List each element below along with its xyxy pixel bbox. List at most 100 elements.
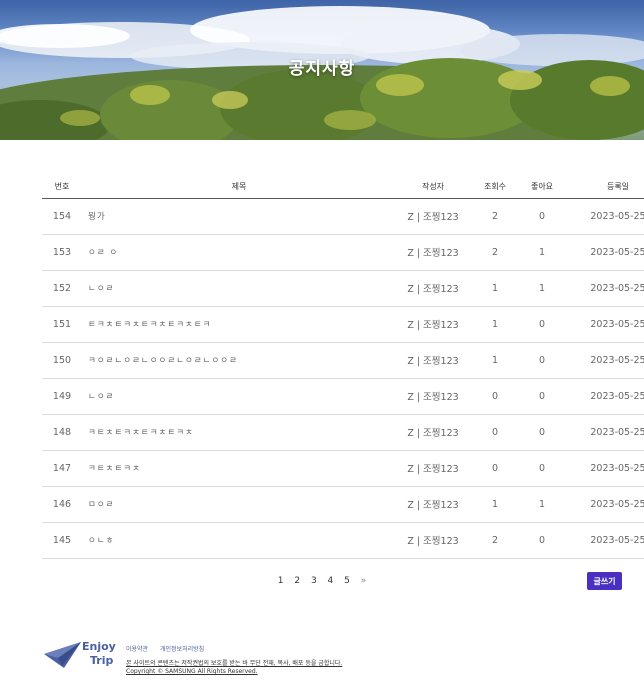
row-views: 0 (476, 450, 514, 487)
paper-plane-icon (44, 642, 81, 668)
row-date: 2023-05-25 (570, 198, 644, 235)
row-title-link[interactable]: ㅌㅋㅊㅌㅋㅊㅌㅋㅊㅌㅋㅊㅌㅋ (82, 306, 390, 343)
row-likes: 0 (514, 450, 570, 487)
row-no: 148 (42, 414, 82, 451)
row-date: 2023-05-25 (570, 270, 644, 307)
table-row[interactable]: 153 ㅇㄹ ㅇ Z | 조찡123 2 1 2023-05-25 (42, 234, 644, 271)
notice-board: 번호 제목 작성자 조회수 좋아요 등록일 154 뭥가 Z | 조찡123 2… (42, 176, 644, 559)
table-row[interactable]: 148 ㅋㅌㅊㅌㅋㅊㅌㅋㅊㅌㅋㅊ Z | 조찡123 0 0 2023-05-2… (42, 414, 644, 451)
table-row[interactable]: 145 ㅇㄴㅎ Z | 조찡123 2 0 2023-05-25 (42, 522, 644, 559)
header-title: 제목 (82, 176, 390, 199)
row-views: 2 (476, 522, 514, 559)
row-title[interactable]: ㅌㅋㅊㅌㅋㅊㅌㅋㅊㅌㅋㅊㅌㅋ (88, 320, 211, 330)
row-title-link[interactable]: ㄴㅇㄹ (82, 270, 390, 307)
row-date: 2023-05-25 (570, 342, 644, 379)
footer-links: 이용약관 개인정보처리방침 (126, 644, 214, 653)
row-title[interactable]: 뭥가 (88, 212, 106, 222)
page-link-1[interactable]: 1 (278, 576, 284, 586)
page-link-2[interactable]: 2 (294, 576, 300, 586)
row-views: 2 (476, 234, 514, 271)
row-date: 2023-05-25 (570, 486, 644, 523)
row-title-link[interactable]: ㄴㅇㄹ (82, 378, 390, 415)
copyright-notice: 본 사이트의 콘텐츠는 저작권법의 보호를 받는 바 무단 전재, 복사, 배포… (126, 660, 343, 667)
row-likes: 0 (514, 306, 570, 343)
row-date: 2023-05-25 (570, 378, 644, 415)
notice-table: 번호 제목 작성자 조회수 좋아요 등록일 154 뭥가 Z | 조찡123 2… (42, 176, 644, 559)
header-likes: 좋아요 (514, 176, 570, 199)
page-title: 공지사항 (288, 59, 356, 79)
header-writer: 작성자 (390, 176, 476, 199)
row-title-link[interactable]: ㅋㅌㅊㅌㅋㅊㅌㅋㅊㅌㅋㅊ (82, 414, 390, 451)
table-row[interactable]: 146 ㅁㅇㄹ Z | 조찡123 1 1 2023-05-25 (42, 486, 644, 523)
row-writer: Z | 조찡123 (390, 450, 476, 487)
row-title[interactable]: ㅇㄴㅎ (88, 536, 114, 546)
row-no: 154 (42, 198, 82, 235)
table-row[interactable]: 151 ㅌㅋㅊㅌㅋㅊㅌㅋㅊㅌㅋㅊㅌㅋ Z | 조찡123 1 0 2023-05… (42, 306, 644, 343)
row-date: 2023-05-25 (570, 522, 644, 559)
row-no: 147 (42, 450, 82, 487)
hero-banner: 공지사항 (0, 0, 644, 140)
row-title[interactable]: ㅋㅌㅊㅌㅋㅊ (88, 464, 141, 474)
row-title-link[interactable]: ㅁㅇㄹ (82, 486, 390, 523)
table-row[interactable]: 152 ㄴㅇㄹ Z | 조찡123 1 1 2023-05-25 (42, 270, 644, 307)
table-row[interactable]: 147 ㅋㅌㅊㅌㅋㅊ Z | 조찡123 0 0 2023-05-25 (42, 450, 644, 487)
row-likes: 0 (514, 342, 570, 379)
row-no: 149 (42, 378, 82, 415)
next-page-icon[interactable]: » (361, 576, 367, 586)
row-likes: 0 (514, 414, 570, 451)
row-no: 151 (42, 306, 82, 343)
row-writer: Z | 조찡123 (390, 486, 476, 523)
write-post-button[interactable]: 글쓰기 (587, 572, 622, 590)
page-link-4[interactable]: 4 (328, 576, 334, 586)
row-title-link[interactable]: 뭥가 (82, 198, 390, 235)
row-title-link[interactable]: ㅋㅇㄹㄴㅇㄹㄴㅇㅇㄹㄴㅇㄹㄴㅇㅇㄹ (82, 342, 390, 379)
row-title-link[interactable]: ㅋㅌㅊㅌㅋㅊ (82, 450, 390, 487)
header-no: 번호 (42, 176, 82, 199)
row-writer: Z | 조찡123 (390, 378, 476, 415)
row-date: 2023-05-25 (570, 450, 644, 487)
table-row[interactable]: 150 ㅋㅇㄹㄴㅇㄹㄴㅇㅇㄹㄴㅇㄹㄴㅇㅇㄹ Z | 조찡123 1 0 2023… (42, 342, 644, 379)
logo-text-enjoy: Enjoy (82, 640, 116, 653)
table-header-row: 번호 제목 작성자 조회수 좋아요 등록일 (42, 176, 644, 199)
terms-link[interactable]: 이용약관 (126, 646, 148, 653)
row-likes: 1 (514, 270, 570, 307)
row-writer: Z | 조찡123 (390, 234, 476, 271)
row-no: 150 (42, 342, 82, 379)
row-likes: 1 (514, 486, 570, 523)
row-likes: 0 (514, 198, 570, 235)
table-row[interactable]: 149 ㄴㅇㄹ Z | 조찡123 0 0 2023-05-25 (42, 378, 644, 415)
row-title[interactable]: ㅁㅇㄹ (88, 500, 114, 510)
row-writer: Z | 조찡123 (390, 198, 476, 235)
row-views: 1 (476, 306, 514, 343)
logo-text-trip: Trip (90, 654, 114, 667)
row-title-link[interactable]: ㅇㄹ ㅇ (82, 234, 390, 271)
row-title[interactable]: ㄴㅇㄹ (88, 392, 114, 402)
row-no: 152 (42, 270, 82, 307)
row-no: 153 (42, 234, 82, 271)
footer: Enjoy Trip 이용약관 개인정보처리방침 본 사이트의 콘텐츠는 저작권… (44, 640, 604, 680)
row-title[interactable]: ㅋㅌㅊㅌㅋㅊㅌㅋㅊㅌㅋㅊ (88, 428, 194, 438)
table-row[interactable]: 154 뭥가 Z | 조찡123 2 0 2023-05-25 (42, 198, 644, 235)
enjoy-trip-logo[interactable]: Enjoy Trip (44, 640, 124, 672)
row-title[interactable]: ㄴㅇㄹ (88, 284, 114, 294)
row-date: 2023-05-25 (570, 306, 644, 343)
table-body: 154 뭥가 Z | 조찡123 2 0 2023-05-25 153 ㅇㄹ ㅇ… (42, 198, 644, 559)
privacy-policy-link[interactable]: 개인정보처리방침 (160, 646, 204, 653)
row-views: 0 (476, 414, 514, 451)
row-likes: 0 (514, 522, 570, 559)
row-views: 1 (476, 486, 514, 523)
header-views: 조회수 (476, 176, 514, 199)
row-writer: Z | 조찡123 (390, 306, 476, 343)
row-views: 2 (476, 198, 514, 235)
row-title[interactable]: ㅇㄹ ㅇ (88, 248, 118, 258)
row-no: 146 (42, 486, 82, 523)
row-views: 0 (476, 378, 514, 415)
row-likes: 0 (514, 378, 570, 415)
row-views: 1 (476, 270, 514, 307)
copyright-text: Copyright © SAMSUNG All Rights Reserved. (126, 668, 258, 675)
row-title-link[interactable]: ㅇㄴㅎ (82, 522, 390, 559)
row-date: 2023-05-25 (570, 414, 644, 451)
page-link-5[interactable]: 5 (344, 576, 350, 586)
row-title[interactable]: ㅋㅇㄹㄴㅇㄹㄴㅇㅇㄹㄴㅇㄹㄴㅇㅇㄹ (88, 356, 238, 366)
page-link-3[interactable]: 3 (311, 576, 317, 586)
